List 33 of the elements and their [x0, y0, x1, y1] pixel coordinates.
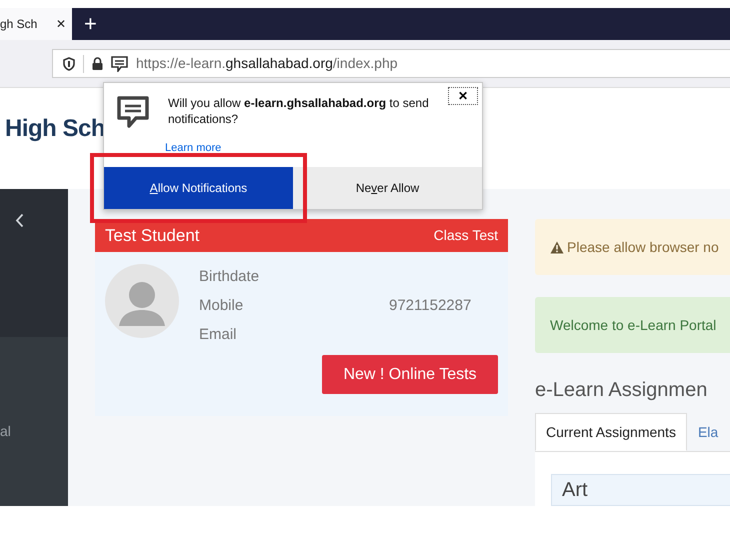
assignment-tab[interactable]: Current Assignments	[535, 413, 687, 451]
collapse-chevron-icon[interactable]	[15, 213, 24, 228]
message-icon[interactable]	[111, 56, 128, 72]
warning-icon	[550, 240, 564, 254]
address-bar[interactable]: https://e-learn.ghsallahabad.org/index.php	[52, 49, 730, 78]
close-button[interactable]: ✕	[448, 87, 478, 105]
allow-button[interactable]: Allow Notifications	[104, 167, 293, 209]
site-logo-text: High Sch	[5, 114, 106, 144]
lock-icon	[92, 57, 103, 70]
shield-icon	[63, 56, 75, 70]
class-label: Class Test	[434, 226, 498, 245]
tab-title: gh Sch	[0, 16, 38, 33]
field-label: Mobile	[199, 296, 244, 316]
browser-tab[interactable]: gh Sch ✕	[0, 8, 72, 40]
field-value: 9721152287	[389, 296, 472, 316]
field-label: Birthdate	[199, 267, 260, 287]
field-label: Email	[199, 325, 238, 345]
url-text: https://e-learn.ghsallahabad.org/index.php	[136, 54, 398, 73]
deny-button[interactable]: Never Allow	[293, 167, 482, 209]
online-tests-button[interactable]: New ! Online Tests	[322, 355, 498, 394]
message-icon	[116, 95, 150, 129]
tab-close-button[interactable]: ✕	[56, 15, 66, 33]
new-tab-button[interactable]: +	[72, 8, 109, 40]
permission-message: Will you allow e-learn.ghsallahabad.org to send notifications?	[168, 95, 430, 127]
sidebar-item[interactable]: al	[0, 423, 11, 439]
learn-more-link[interactable]: Learn more	[165, 140, 222, 156]
alert-message: Please allow browser no	[535, 219, 730, 275]
section-heading: e-Learn Assignmen	[535, 378, 708, 403]
alert-message: Welcome to e-Learn Portal	[535, 297, 730, 353]
assignment-tab[interactable]: Ela	[686, 413, 730, 451]
subject-card-title: Art	[551, 474, 730, 506]
avatar-icon	[105, 264, 179, 338]
student-name: Test Student	[105, 224, 200, 247]
